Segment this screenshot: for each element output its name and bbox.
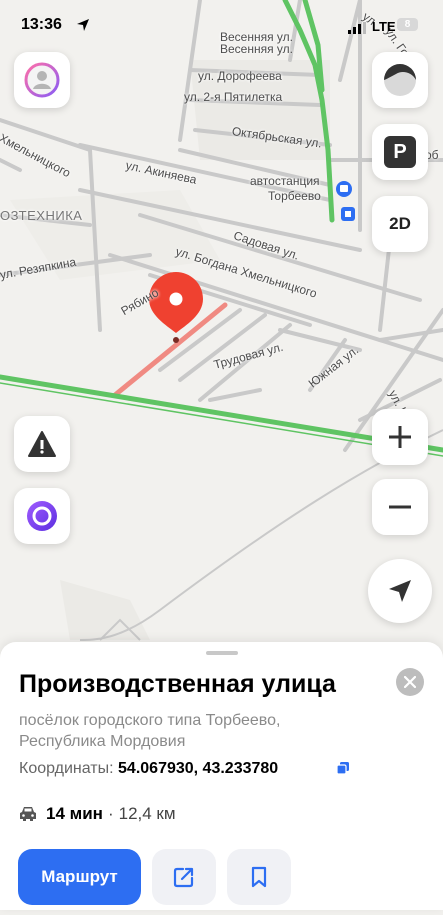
car-icon xyxy=(20,807,36,821)
status-bar: 13:36 LTE 8 xyxy=(0,0,443,50)
map-label-bus-station: автостанция xyxy=(250,174,320,188)
share-button[interactable] xyxy=(152,849,216,905)
map-label-bus-station: Торбеево xyxy=(268,189,321,203)
map-label-area: ОЗТЕХНИКА xyxy=(0,208,83,223)
close-button[interactable] xyxy=(396,668,424,696)
network-type: LTE xyxy=(372,19,396,34)
copy-icon[interactable] xyxy=(337,762,349,774)
battery-icon: 8 xyxy=(397,18,418,31)
location-arrow-icon xyxy=(77,19,89,31)
coordinates-label: Координаты: xyxy=(19,760,114,777)
view-mode-2d-button[interactable]: 2D xyxy=(372,196,428,252)
signal-icon xyxy=(348,22,366,34)
profile-button[interactable] xyxy=(14,52,70,108)
close-icon xyxy=(404,676,416,688)
plus-icon xyxy=(389,426,411,448)
map-label-street: ул. 2-я Пятилетка xyxy=(184,90,283,104)
my-location-button[interactable] xyxy=(368,559,432,623)
bookmark-button[interactable] xyxy=(227,849,291,905)
layers-button[interactable] xyxy=(372,52,428,108)
route-separator: · xyxy=(107,804,114,823)
parking-button[interactable]: P xyxy=(372,124,428,180)
coordinates-value[interactable]: 54.067930, 43.233780 xyxy=(118,760,278,777)
status-time: 13:36 xyxy=(21,16,62,33)
navigation-arrow-icon xyxy=(389,580,411,602)
route-duration: 14 мин xyxy=(46,804,103,823)
address-line: посёлок городского типа Торбеево, xyxy=(19,712,281,729)
layers-icon xyxy=(384,64,416,96)
route-distance: 12,4 км xyxy=(118,804,176,823)
route-button[interactable]: Маршрут xyxy=(18,849,141,905)
bookmark-icon xyxy=(251,866,267,888)
place-address: посёлок городского типа Торбеево, Респуб… xyxy=(19,710,280,752)
sheet-grabber[interactable] xyxy=(206,651,238,655)
alice-assistant-button[interactable] xyxy=(14,488,70,544)
report-incident-button[interactable] xyxy=(14,416,70,472)
minus-icon xyxy=(389,505,411,509)
share-icon xyxy=(173,867,194,888)
route-summary: 14 мин · 12,4 км xyxy=(19,804,176,824)
map-label-street: ул. Дорофеева xyxy=(198,69,282,83)
warning-icon xyxy=(28,431,56,457)
avatar-icon xyxy=(24,62,60,98)
alice-icon xyxy=(27,501,57,531)
zoom-in-button[interactable] xyxy=(372,409,428,465)
place-card[interactable]: Производственная улица посёлок городског… xyxy=(0,642,443,910)
coordinates-row: Координаты: 54.067930, 43.233780 xyxy=(19,760,278,778)
zoom-out-button[interactable] xyxy=(372,479,428,535)
parking-icon: P xyxy=(384,136,416,168)
place-title: Производственная улица xyxy=(19,670,336,698)
address-line: Республика Мордовия xyxy=(19,733,186,750)
